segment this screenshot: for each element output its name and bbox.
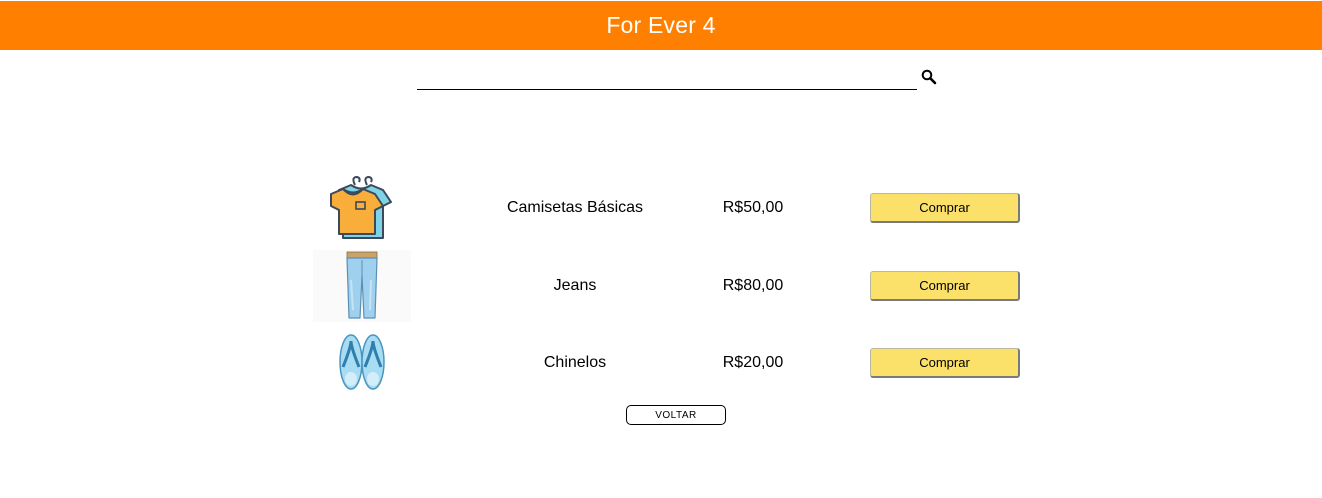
product-row: Camisetas Básicas R$50,00 Comprar bbox=[0, 172, 1322, 244]
product-price: R$50,00 bbox=[722, 199, 784, 216]
product-row: Chinelos R$20,00 Comprar bbox=[0, 327, 1322, 399]
search-icon[interactable] bbox=[921, 69, 937, 85]
product-name: Jeans bbox=[553, 277, 597, 294]
product-name: Chinelos bbox=[543, 354, 607, 371]
jeans-icon bbox=[313, 250, 411, 322]
search-bar bbox=[417, 64, 937, 91]
t-shirt-icon bbox=[330, 175, 392, 239]
search-input[interactable] bbox=[417, 64, 917, 90]
buy-button[interactable]: Comprar bbox=[870, 193, 1020, 223]
product-name: Camisetas Básicas bbox=[506, 199, 644, 216]
product-price: R$20,00 bbox=[722, 354, 784, 371]
product-row: Jeans R$80,00 Comprar bbox=[0, 250, 1322, 322]
buy-button[interactable]: Comprar bbox=[870, 271, 1020, 301]
product-price: R$80,00 bbox=[722, 277, 784, 294]
buy-button[interactable]: Comprar bbox=[870, 348, 1020, 378]
app-header: For Ever 4 bbox=[0, 1, 1322, 50]
back-button[interactable]: VOLTAR bbox=[626, 405, 726, 425]
flip-flops-icon bbox=[339, 334, 385, 390]
page-title: For Ever 4 bbox=[606, 12, 716, 38]
